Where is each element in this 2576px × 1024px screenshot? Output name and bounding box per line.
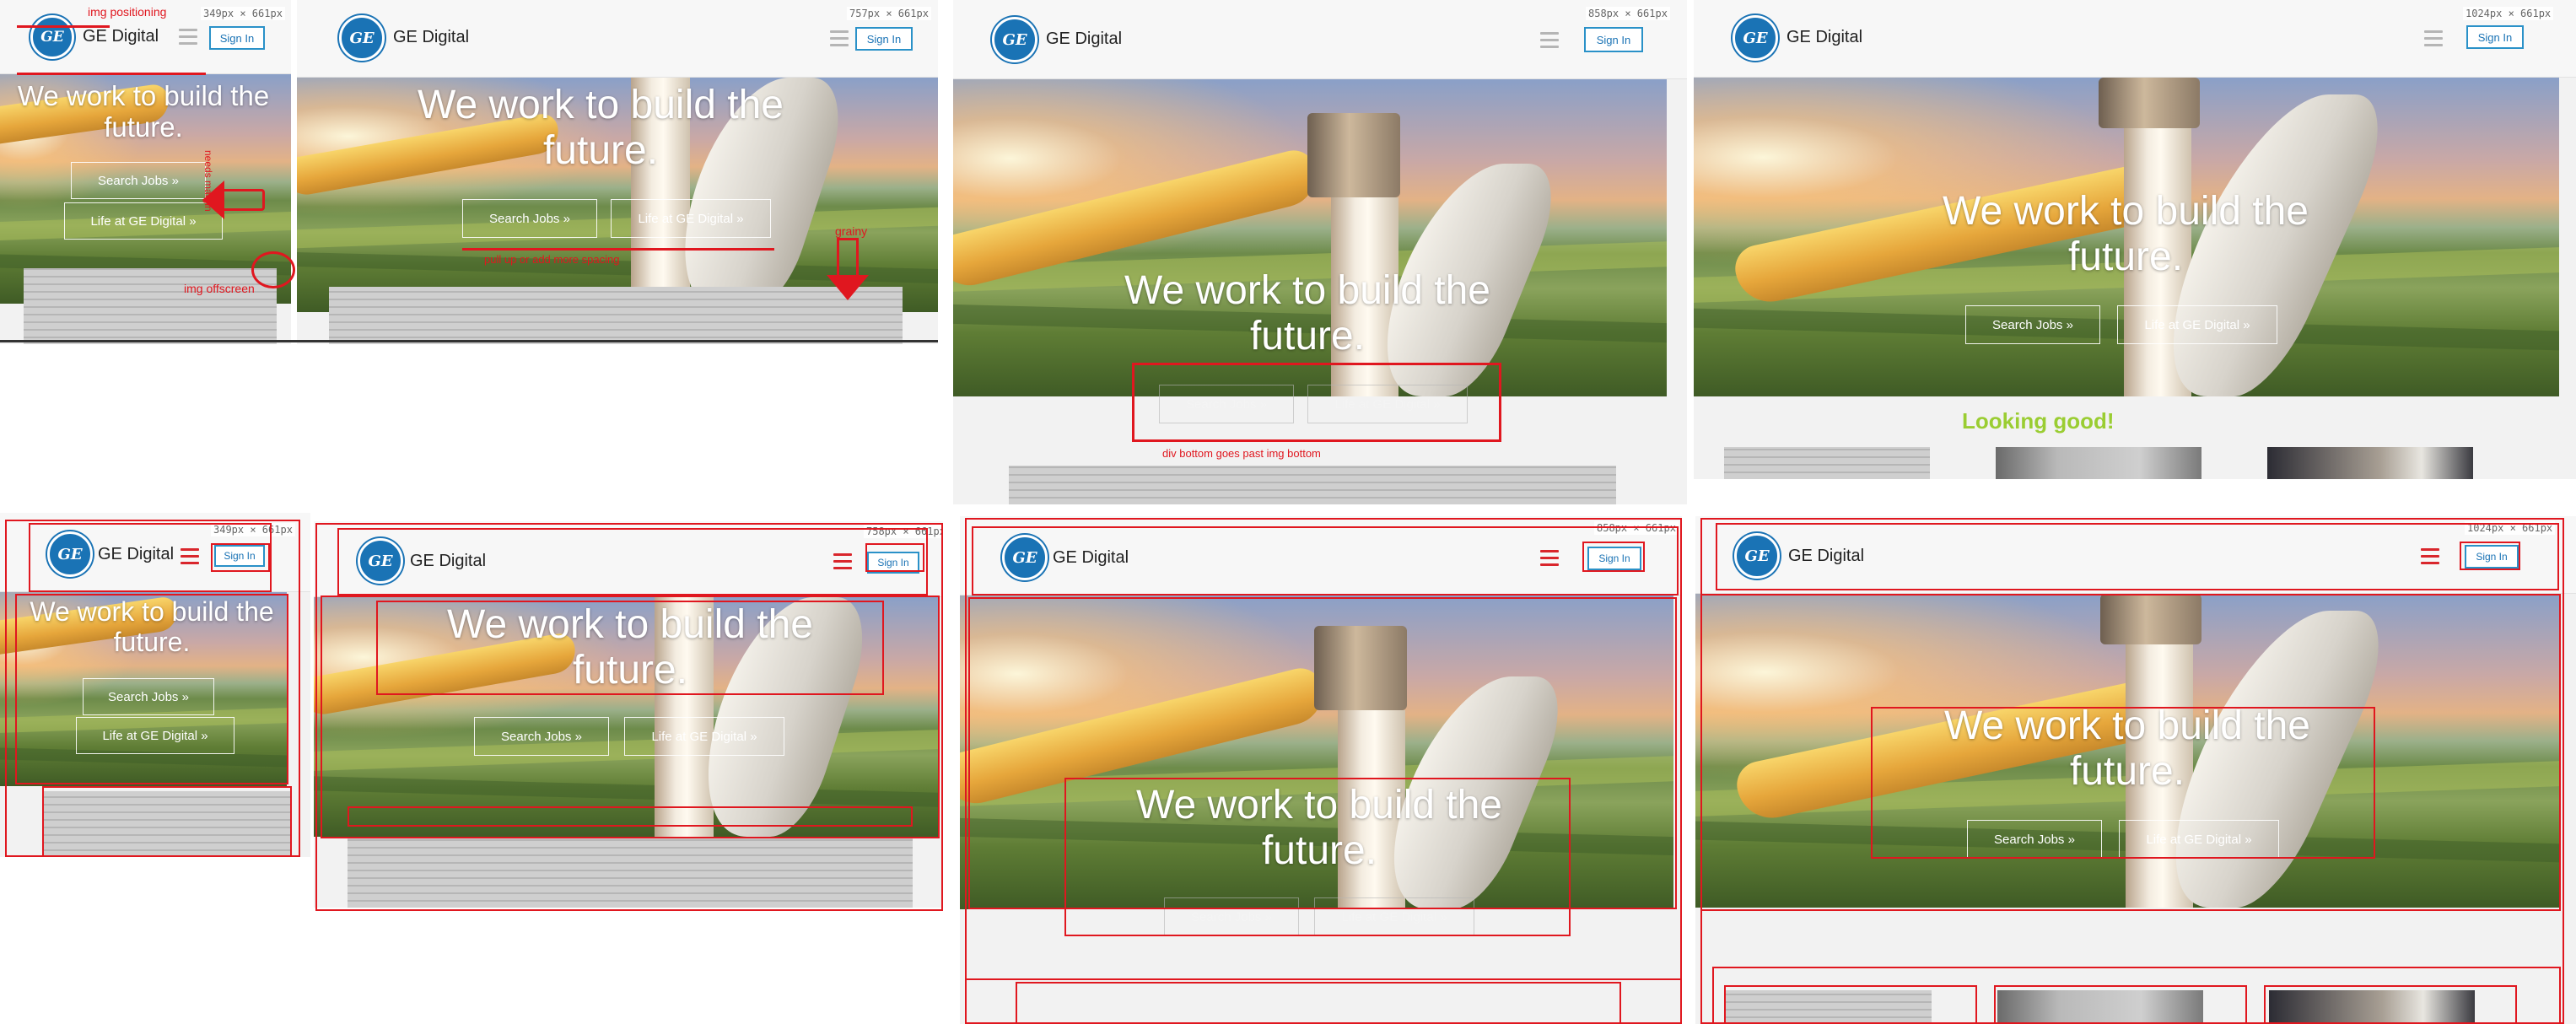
search-jobs-button[interactable]: Search Jobs » [71,162,206,199]
brick-wall-image [1724,447,1930,479]
annotation-box [1871,707,2375,859]
arrowhead-annotation-icon [202,181,224,219]
arrowhead-annotation-icon [827,275,869,300]
annotation-underline [462,248,774,251]
annotation-underline [17,73,206,75]
life-at-ge-button[interactable]: Life at GE Digital » [2117,305,2277,344]
annotation-div-bottom: div bottom goes past img bottom [1162,447,1321,460]
site-header: GE GE Digital Sign In [297,0,938,78]
annotation-underline [17,25,110,28]
site-header: GE GE Digital Sign In [1694,0,2576,78]
hamburger-menu-icon[interactable] [830,30,849,51]
annotation-box [2460,542,2520,570]
annotation-frame-line [0,340,938,342]
annotation-box [337,528,928,596]
comparison-canvas: GE GE Digital Sign In 349px × 661px We w… [0,0,2576,1024]
annotation-box [376,601,884,695]
annotation-img-positioning: img positioning [88,5,167,19]
annotation-box [15,594,288,784]
brick-wall-image [329,287,903,344]
sign-in-button[interactable]: Sign In [209,26,265,50]
annotation-box [1064,778,1571,936]
brick-wall-image [24,268,277,344]
circle-annotation-icon [251,251,295,288]
annotation-box [348,806,913,827]
turbine-nacelle [2099,78,2200,128]
viewport-size-label: 858px × 661px [1586,7,1670,20]
annotation-box [1724,985,1977,1024]
left-arrow-annotation-icon [218,189,265,211]
annotation-grainy: grainy [835,224,868,238]
hamburger-menu-icon[interactable] [179,29,197,49]
office-photo [2267,447,2473,479]
annotation-box [211,543,270,572]
annotation-box [1132,363,1501,442]
annotation-looking-good: Looking good! [1962,408,2115,434]
annotation-box [1582,542,1645,572]
hero-headline: We work to build the future. [1943,189,2309,279]
viewport-size-label: 349px × 661px [201,7,285,20]
annotation-box [1994,985,2247,1024]
ge-logo-icon[interactable]: GE [339,15,385,61]
life-at-ge-button[interactable]: Life at GE Digital » [611,199,771,238]
annotation-box [1716,523,2559,590]
brand-name: GE Digital [1786,28,1863,46]
viewport-size-label: 1024px × 661px [2463,7,2554,20]
ge-logo-icon[interactable]: GE [1733,15,1778,61]
down-arrow-annotation-icon [837,238,859,277]
turbine-nacelle [1307,113,1400,197]
annotation-box [1016,982,1621,1024]
annotation-box [2264,985,2517,1024]
annotation-box [972,526,1679,596]
annotation-box [42,786,292,857]
annotation-img-offscreen: img offscreen [184,282,255,295]
hero-headline: We work to build the future. [418,83,784,173]
brand-name: GE Digital [83,27,159,46]
sign-in-button[interactable]: Sign In [855,27,913,51]
hamburger-menu-icon[interactable] [1540,32,1559,52]
brand-name: GE Digital [393,28,470,46]
sign-in-button[interactable]: Sign In [1584,27,1643,52]
brand-name: GE Digital [1046,30,1123,48]
logo-wall-photo [1996,447,2201,479]
hero-headline: We work to build the future. [17,80,270,143]
viewport-size-label: 757px × 661px [847,7,931,20]
brick-wall-image [1009,466,1616,504]
annotation-pull-up: pull up or add more spacing [484,253,620,266]
viewport-panel-1024-top: GE GE Digital Sign In 1024px × 661px We … [1694,0,2576,479]
search-jobs-button[interactable]: Search Jobs » [462,199,597,238]
hamburger-menu-icon[interactable] [2424,30,2443,51]
annotation-box [865,543,924,572]
site-header: GE GE Digital Sign In [953,0,1687,79]
ge-logo-icon[interactable]: GE [992,17,1037,62]
search-jobs-button[interactable]: Search Jobs » [1965,305,2100,344]
hero-headline: We work to build the future. [1124,268,1490,358]
ge-logo-icon[interactable]: GE [30,15,74,59]
life-at-ge-button[interactable]: Life at GE Digital » [64,202,223,240]
sign-in-button[interactable]: Sign In [2466,25,2524,49]
